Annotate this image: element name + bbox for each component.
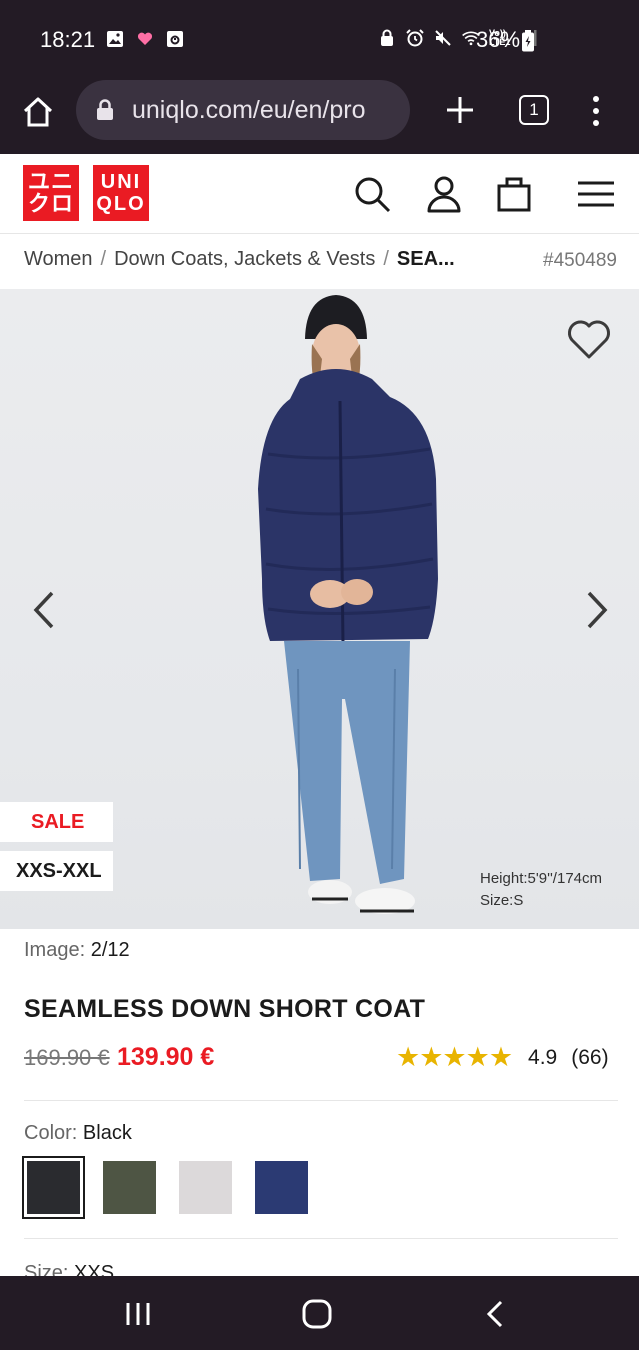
notification-icons [105, 29, 185, 49]
color-swatch-olive[interactable] [103, 1161, 156, 1214]
heart-icon [137, 32, 153, 45]
rating-summary[interactable]: ★★★★★ 4.9 (66) [396, 1042, 609, 1073]
size-range-tag: XXS-XXL [0, 851, 113, 891]
home-icon[interactable] [20, 94, 56, 130]
next-image-arrow-icon[interactable] [583, 589, 611, 631]
battery-percent: 36% [476, 27, 521, 52]
recent-apps-icon[interactable] [120, 1296, 156, 1332]
sale-price: 139.90 € [117, 1043, 215, 1071]
lock-icon [97, 99, 113, 120]
system-navigation-bar [0, 1276, 639, 1350]
color-swatch-light-gray[interactable] [179, 1161, 232, 1214]
url-text[interactable]: uniqlo.com/eu/en/pro [132, 96, 402, 125]
image-counter-value: 2/12 [90, 939, 130, 961]
star-rating-icon: ★★★★★ [396, 1042, 513, 1072]
back-icon[interactable] [478, 1296, 514, 1332]
cart-icon[interactable] [494, 174, 534, 214]
image-counter: Image: 2/12 [24, 939, 130, 962]
site-header: ユニ クロ UNI QLO [0, 154, 639, 234]
favorite-heart-icon[interactable] [566, 319, 612, 361]
model-info: Height:5'9''/174cm Size:S [480, 868, 602, 912]
color-label-text: Color: [24, 1122, 78, 1144]
calendar-icon [167, 31, 183, 47]
selected-color: Black [82, 1122, 132, 1144]
uniqlo-logo-english[interactable]: UNI QLO [93, 165, 149, 221]
breadcrumb-item-women[interactable]: Women [24, 248, 93, 270]
breadcrumb-separator: / [100, 248, 107, 270]
logo-jp-bottom: クロ [27, 191, 74, 216]
account-icon[interactable] [424, 174, 464, 214]
color-swatch-navy[interactable] [255, 1161, 308, 1214]
divider [24, 1100, 618, 1101]
breadcrumb-current: SEA... [396, 248, 455, 270]
model-height: Height:5'9''/174cm [480, 870, 602, 887]
sale-tag: SALE [0, 802, 113, 842]
hamburger-menu-icon[interactable] [576, 174, 616, 214]
browser-toolbar: uniqlo.com/eu/en/pro 1 [0, 80, 639, 154]
previous-image-arrow-icon[interactable] [30, 589, 58, 631]
status-bar: 18:21 Vo)) LTE1 36% [0, 0, 639, 80]
search-icon[interactable] [352, 174, 392, 214]
rating-score: 4.9 [528, 1045, 558, 1069]
home-button-icon[interactable] [299, 1296, 335, 1332]
product-number: #450489 [543, 250, 617, 271]
original-price: 169.90 € [24, 1045, 110, 1070]
color-swatch-black[interactable] [22, 1156, 85, 1219]
alarm-icon [406, 29, 424, 47]
logo-en-top: UNI [100, 171, 142, 193]
clock: 18:21 [40, 27, 96, 52]
product-title: SEAMLESS DOWN SHORT COAT [24, 995, 426, 1023]
logo-en-bottom: QLO [96, 193, 146, 215]
breadcrumb-separator: / [383, 248, 389, 270]
model-size: Size:S [480, 892, 524, 909]
breadcrumb: Women / Down Coats, Jackets & Vests / SEA... [24, 248, 455, 271]
lock-icon [381, 29, 393, 46]
divider [24, 1238, 618, 1239]
tab-switcher-button[interactable]: 1 [519, 95, 549, 125]
address-bar[interactable]: uniqlo.com/eu/en/pro [76, 80, 410, 140]
new-tab-icon[interactable] [444, 92, 476, 128]
mute-icon [435, 30, 451, 46]
review-count[interactable]: (66) [571, 1046, 608, 1070]
overflow-menu-icon[interactable] [586, 94, 606, 128]
battery-icon [522, 30, 534, 52]
gallery-icon [107, 31, 123, 47]
logo-jp-top: ユニ [27, 169, 74, 194]
uniqlo-logo-japanese[interactable]: ユニ クロ [23, 165, 79, 221]
product-image-carousel[interactable]: SALE XXS-XXL Height:5'9''/174cm Size:S [0, 289, 639, 929]
color-label: Color: Black [24, 1122, 132, 1145]
breadcrumb-item-down-coats[interactable]: Down Coats, Jackets & Vests [114, 248, 375, 270]
image-counter-label: Image: [24, 939, 86, 961]
